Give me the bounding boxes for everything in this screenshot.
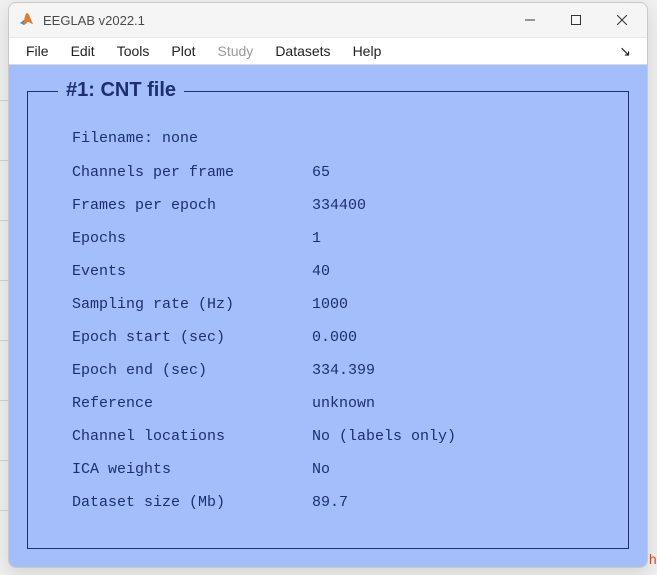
- row-channel-locations: Channel locations No (labels only): [72, 429, 594, 444]
- info-label: Epoch start (sec): [72, 330, 312, 345]
- maximize-button[interactable]: [553, 4, 599, 36]
- info-label: Channels per frame: [72, 165, 312, 180]
- row-dataset-size: Dataset size (Mb) 89.7: [72, 495, 594, 510]
- menu-help[interactable]: Help: [342, 40, 393, 62]
- app-window: EEGLAB v2022.1 File Edit Tools Plot Stud…: [8, 2, 648, 568]
- info-label: Epoch end (sec): [72, 363, 312, 378]
- info-label: Events: [72, 264, 312, 279]
- content-area: #1: CNT file Filename: none Channels per…: [9, 65, 647, 567]
- filename-label: Filename:: [72, 130, 153, 147]
- background-text-fragment: h: [649, 553, 657, 569]
- info-value: 0.000: [312, 330, 594, 345]
- info-label: Frames per epoch: [72, 198, 312, 213]
- menu-file[interactable]: File: [15, 40, 60, 62]
- info-label: Sampling rate (Hz): [72, 297, 312, 312]
- dataset-info-panel: #1: CNT file Filename: none Channels per…: [27, 91, 629, 549]
- info-value: 1000: [312, 297, 594, 312]
- menu-edit[interactable]: Edit: [60, 40, 106, 62]
- row-epoch-end: Epoch end (sec) 334.399: [72, 363, 594, 378]
- info-value: 334.399: [312, 363, 594, 378]
- matlab-icon: [19, 12, 35, 28]
- info-value: 1: [312, 231, 594, 246]
- menubar: File Edit Tools Plot Study Datasets Help…: [9, 37, 647, 65]
- row-sampling-rate: Sampling rate (Hz) 1000: [72, 297, 594, 312]
- info-label: Epochs: [72, 231, 312, 246]
- menu-datasets[interactable]: Datasets: [264, 40, 341, 62]
- filename-value: none: [162, 130, 198, 147]
- info-value: 89.7: [312, 495, 594, 510]
- row-frames-per-epoch: Frames per epoch 334400: [72, 198, 594, 213]
- info-label: Reference: [72, 396, 312, 411]
- row-events: Events 40: [72, 264, 594, 279]
- menu-overflow-icon[interactable]: ↘: [609, 40, 641, 63]
- row-ica-weights: ICA weights No: [72, 462, 594, 477]
- info-value: 40: [312, 264, 594, 279]
- minimize-button[interactable]: [507, 4, 553, 36]
- info-label: Channel locations: [72, 429, 312, 444]
- row-reference: Reference unknown: [72, 396, 594, 411]
- row-epochs: Epochs 1: [72, 231, 594, 246]
- row-epoch-start: Epoch start (sec) 0.000: [72, 330, 594, 345]
- titlebar: EEGLAB v2022.1: [9, 3, 647, 37]
- panel-title: #1: CNT file: [58, 79, 184, 102]
- menu-plot[interactable]: Plot: [160, 40, 206, 62]
- menu-study: Study: [207, 40, 265, 62]
- info-value: 65: [312, 165, 594, 180]
- info-value: unknown: [312, 396, 594, 411]
- info-value: No: [312, 462, 594, 477]
- row-channels-per-frame: Channels per frame 65: [72, 165, 594, 180]
- info-value: 334400: [312, 198, 594, 213]
- info-label: ICA weights: [72, 462, 312, 477]
- menu-tools[interactable]: Tools: [106, 40, 161, 62]
- filename-row: Filename: none: [72, 130, 594, 147]
- close-button[interactable]: [599, 4, 645, 36]
- window-title: EEGLAB v2022.1: [43, 13, 145, 28]
- info-label: Dataset size (Mb): [72, 495, 312, 510]
- info-value: No (labels only): [312, 429, 594, 444]
